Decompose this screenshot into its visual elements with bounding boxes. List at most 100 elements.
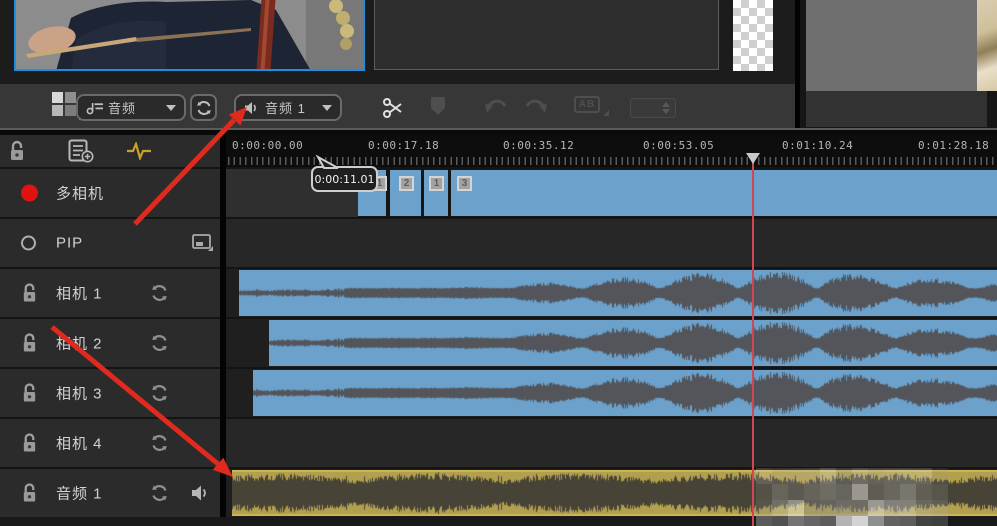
unlock-icon[interactable]: [21, 283, 38, 304]
add-marker-list-button[interactable]: [68, 139, 94, 163]
track-header-audio-1[interactable]: 音频 1: [0, 469, 220, 517]
transparency-checkerboard: [733, 0, 773, 71]
ruler-timestamp: 0:01:28.18: [918, 139, 989, 152]
multicam-toolbar: 音频 音频 1: [0, 84, 795, 128]
timeline-clip[interactable]: 2: [390, 170, 421, 216]
spinner-up-icon: [662, 102, 670, 107]
track-header-camera-2[interactable]: 相机 2: [0, 319, 220, 367]
ruler-timestamp: 0:00:35.12: [503, 139, 574, 152]
redo-button[interactable]: [523, 96, 549, 118]
timecode-tooltip: 0:00:11.01: [311, 166, 378, 192]
speaker-icon[interactable]: [191, 485, 210, 502]
show-waveform-button[interactable]: [127, 142, 151, 160]
lock-button[interactable]: [21, 383, 38, 404]
split-clip-button[interactable]: [381, 96, 405, 120]
sync-button[interactable]: [150, 384, 169, 403]
lock-button[interactable]: [21, 483, 38, 504]
pip-ring-icon[interactable]: [21, 236, 36, 251]
track-label-text: 多相机: [56, 183, 104, 204]
track-header-camera-3[interactable]: 相机 3: [0, 369, 220, 417]
sync-icon[interactable]: [150, 434, 169, 453]
ruler-timestamp: 0:00:53.05: [643, 139, 714, 152]
audio-1-track-lane[interactable]: [226, 469, 997, 517]
ruler-timestamp: 0:00:17.18: [368, 139, 439, 152]
timeline-clip[interactable]: 1: [424, 170, 448, 216]
camera-number-badge: 2: [399, 176, 414, 191]
preview-background: [806, 0, 977, 91]
unlock-icon[interactable]: [21, 483, 38, 504]
sync-button[interactable]: [150, 334, 169, 353]
unlock-icon[interactable]: [21, 333, 38, 354]
undo-arrow-icon: [483, 96, 509, 118]
sync-icon: [196, 100, 212, 116]
track-header-camera-4[interactable]: 相机 4: [0, 419, 220, 467]
lock-button[interactable]: [21, 283, 38, 304]
lock-button[interactable]: [21, 333, 38, 354]
sync-icon[interactable]: [150, 484, 169, 503]
undo-button[interactable]: [483, 96, 509, 118]
camera-1-track-lane[interactable]: [226, 269, 997, 317]
camera-preview-thumbnail[interactable]: [14, 0, 365, 71]
track-header-camera-1[interactable]: 相机 1: [0, 269, 220, 317]
camera-4-track-lane[interactable]: [226, 419, 997, 467]
marker-button[interactable]: [430, 96, 446, 116]
timeline-ruler[interactable]: 0:00:00.00 0:00:17.18 0:00:35.12 0:00:53…: [226, 135, 997, 167]
unlock-icon[interactable]: [21, 383, 38, 404]
lock-all-button[interactable]: [8, 140, 26, 162]
speaker-button[interactable]: [191, 485, 210, 502]
track-header-pip[interactable]: PIP: [0, 219, 220, 267]
timeline-header-left: [0, 135, 220, 167]
chevron-down-icon: [166, 105, 176, 111]
camera-number-badge: 1: [429, 176, 444, 191]
unlock-icon[interactable]: [21, 433, 38, 454]
corner-flyout-triangle: [603, 110, 609, 116]
audio-source-dropdown[interactable]: 音频 1: [234, 94, 342, 121]
audio-source-value: 音频 1: [265, 98, 306, 117]
redo-arrow-icon: [523, 96, 549, 118]
playhead-handle[interactable]: [746, 153, 760, 164]
sync-icon[interactable]: [150, 334, 169, 353]
grid-square: [65, 105, 76, 116]
record-dot-icon[interactable]: [21, 185, 38, 202]
sync-button[interactable]: [150, 434, 169, 453]
grid-square: [52, 92, 63, 103]
audio-sync-icon: [86, 101, 104, 115]
preview-photo: [16, 0, 363, 71]
ruler-timestamp: 0:00:00.00: [232, 139, 303, 152]
sync-type-dropdown[interactable]: 音频: [76, 94, 186, 121]
pip-layout-button[interactable]: [192, 234, 214, 252]
spinner-down-icon: [662, 109, 670, 114]
list-add-icon: [68, 139, 94, 163]
sync-button[interactable]: [150, 284, 169, 303]
main-preview-panel: [800, 0, 997, 130]
track-label-text: 相机 1: [56, 283, 103, 304]
timeline-clip[interactable]: [239, 270, 997, 316]
sync-icon[interactable]: [150, 284, 169, 303]
waveform: [232, 470, 997, 516]
preview-photo-edge: [977, 0, 997, 91]
speaker-icon: [244, 101, 261, 115]
transition-ab-button[interactable]: AB: [574, 96, 606, 113]
timeline-clip[interactable]: [269, 320, 997, 366]
ruler-timestamp: 0:01:10.24: [782, 139, 853, 152]
waveform: [269, 320, 997, 366]
track-header-multicam[interactable]: 多相机: [0, 169, 220, 217]
sync-button[interactable]: [150, 484, 169, 503]
multicam-editor-window: 音频 音频 1: [0, 0, 997, 526]
track-label-text: 相机 2: [56, 333, 103, 354]
camera-3-track-lane[interactable]: [226, 369, 997, 417]
timeline-clip[interactable]: [253, 370, 997, 416]
sync-icon[interactable]: [150, 384, 169, 403]
duration-spinner[interactable]: [630, 98, 676, 118]
shield-marker-icon: [430, 96, 446, 116]
timeline-clip[interactable]: 3: [451, 170, 997, 216]
timeline-clip[interactable]: [232, 470, 997, 516]
resync-button[interactable]: [190, 94, 217, 121]
track-label-text: PIP: [56, 235, 83, 252]
camera-2-track-lane[interactable]: [226, 319, 997, 367]
camera-number-badge: 3: [457, 176, 472, 191]
track-label-text: 相机 4: [56, 433, 103, 454]
lock-button[interactable]: [21, 433, 38, 454]
ruler-ticks: [228, 157, 995, 165]
pip-track-lane[interactable]: [226, 219, 997, 267]
